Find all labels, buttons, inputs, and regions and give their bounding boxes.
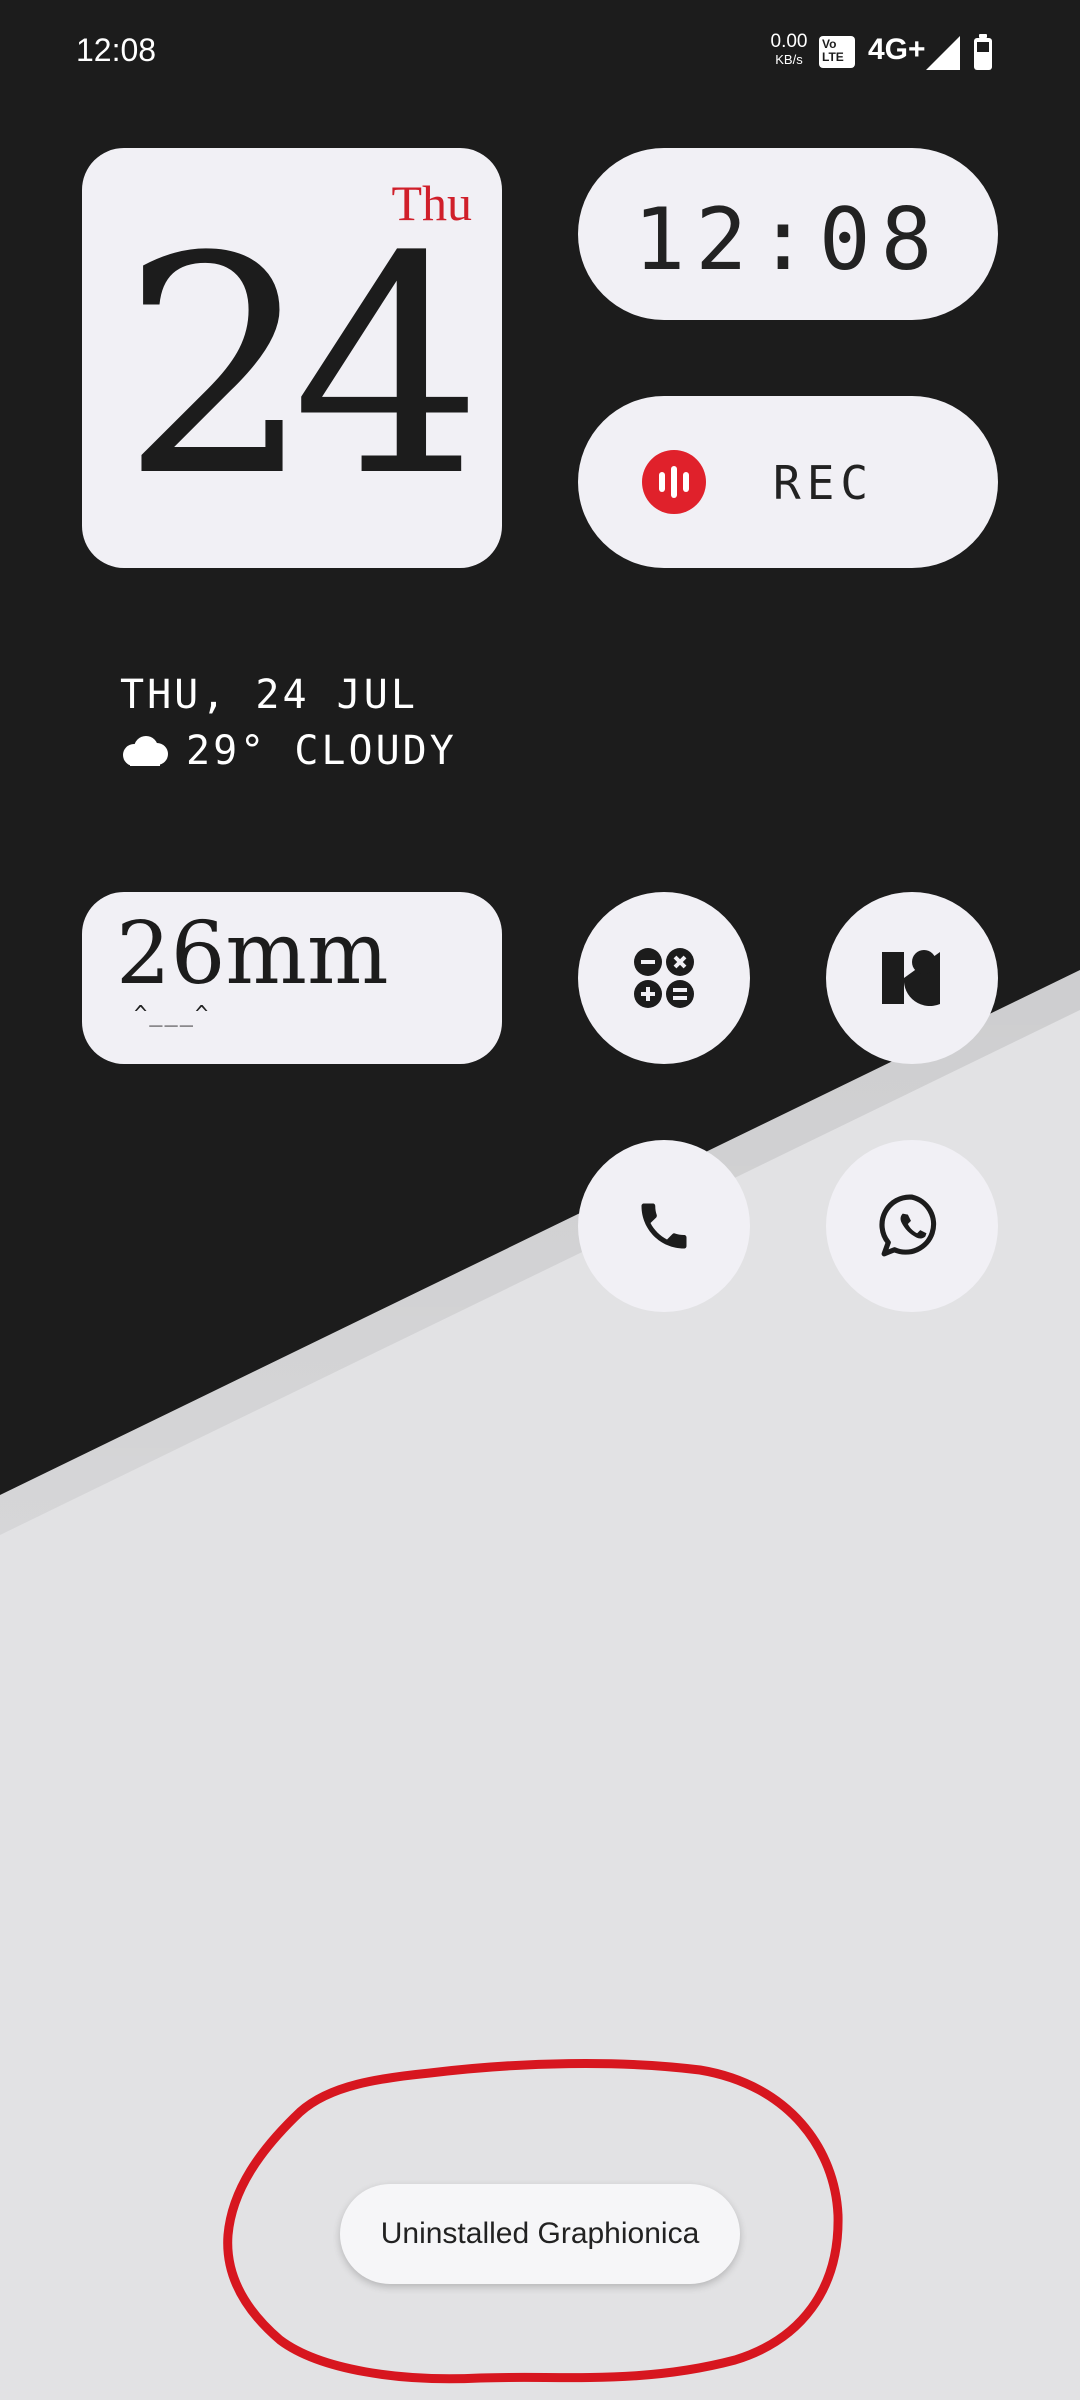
annotation-circle: [223, 2059, 843, 2384]
